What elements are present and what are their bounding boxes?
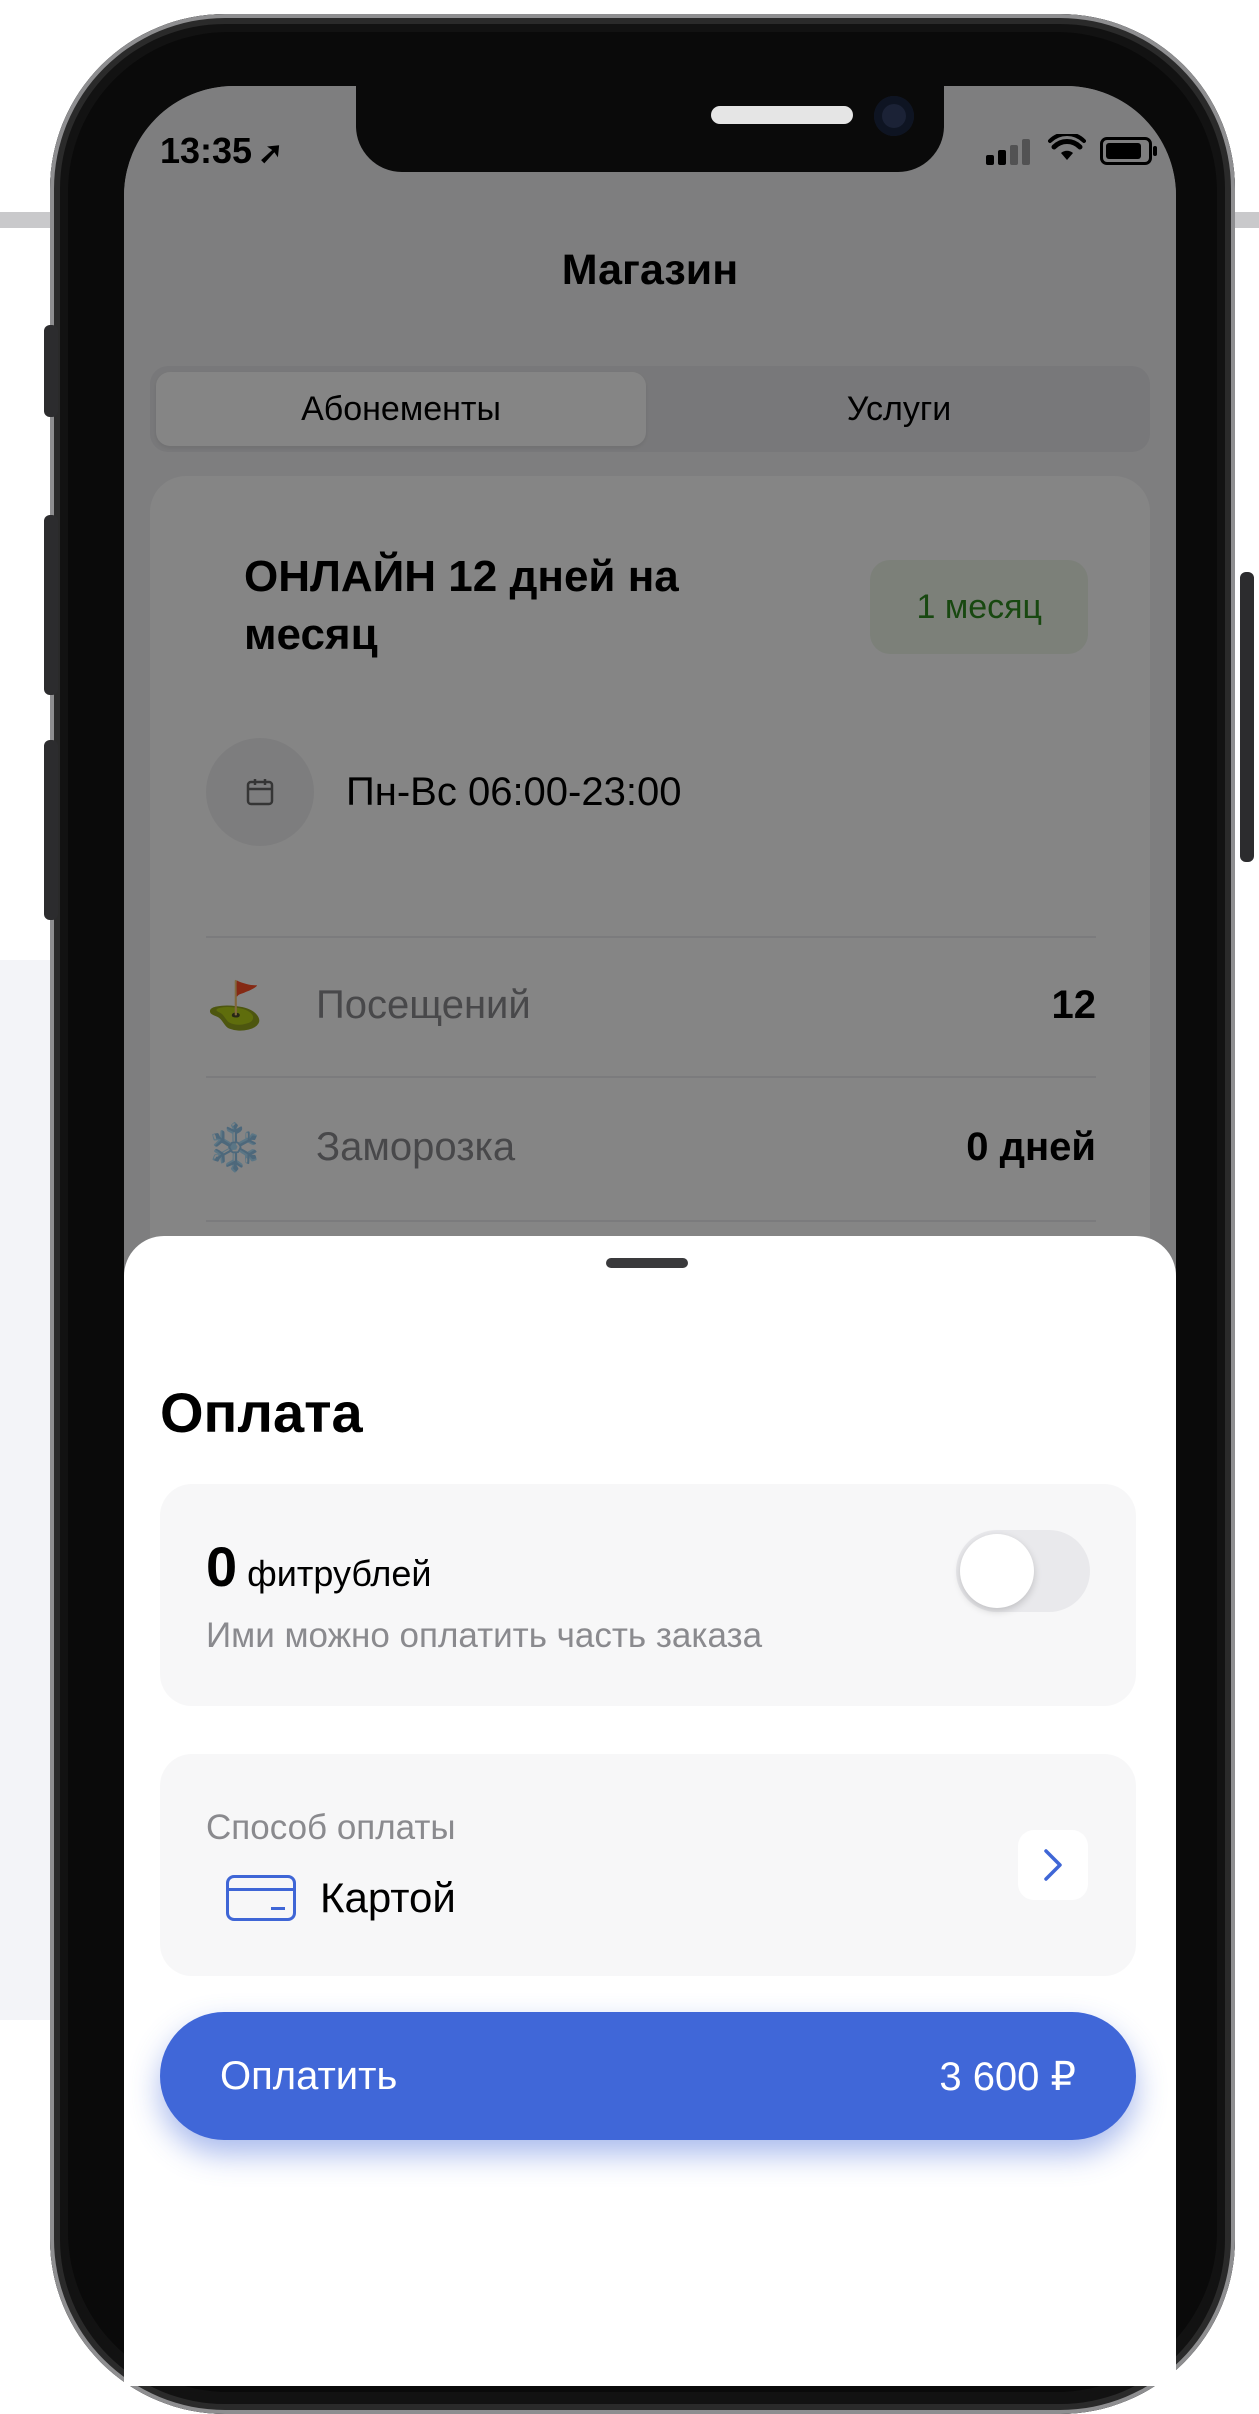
- fitrubles-value: 0: [206, 1535, 238, 1598]
- volume-down-button: [44, 740, 58, 920]
- front-camera: [874, 96, 914, 136]
- toggle-knob: [960, 1534, 1034, 1608]
- volume-up-button: [44, 515, 58, 695]
- speaker-grille: [711, 106, 853, 124]
- fitrubles-toggle[interactable]: [956, 1530, 1090, 1612]
- fitrubles-hint: Ими можно оплатить часть заказа: [206, 1616, 763, 1655]
- fitrubles-unit: фитрублей: [247, 1553, 432, 1594]
- credit-card-icon: [226, 1875, 296, 1921]
- pay-button[interactable]: Оплатить 3 600 ₽: [160, 2012, 1136, 2140]
- pay-button-label: Оплатить: [220, 2054, 398, 2098]
- phone-notch: [356, 86, 944, 172]
- silent-switch: [44, 325, 58, 417]
- sheet-title: Оплата: [160, 1381, 363, 1444]
- chevron-right-icon[interactable]: [1018, 1830, 1088, 1900]
- payment-method-value-row: Картой: [226, 1874, 456, 1922]
- payment-method-card[interactable]: Способ оплаты Картой: [160, 1754, 1136, 1976]
- payment-method-value: Картой: [320, 1874, 456, 1921]
- sheet-grabber[interactable]: [606, 1258, 688, 1268]
- phone-screen: 13:35 ➚ Магазин Абонементы Услуги ОНЛАЙН …: [124, 86, 1176, 2386]
- fitrubles-card: 0 фитрублей Ими можно оплатить часть зака…: [160, 1484, 1136, 1706]
- payment-sheet: Оплата 0 фитрублей Ими можно оплатить час…: [124, 1236, 1176, 2386]
- payment-method-label: Способ оплаты: [206, 1808, 456, 1847]
- pay-button-amount: 3 600 ₽: [939, 2055, 1076, 2099]
- fitrubles-amount: 0 фитрублей: [206, 1534, 432, 1599]
- power-button: [1240, 572, 1254, 862]
